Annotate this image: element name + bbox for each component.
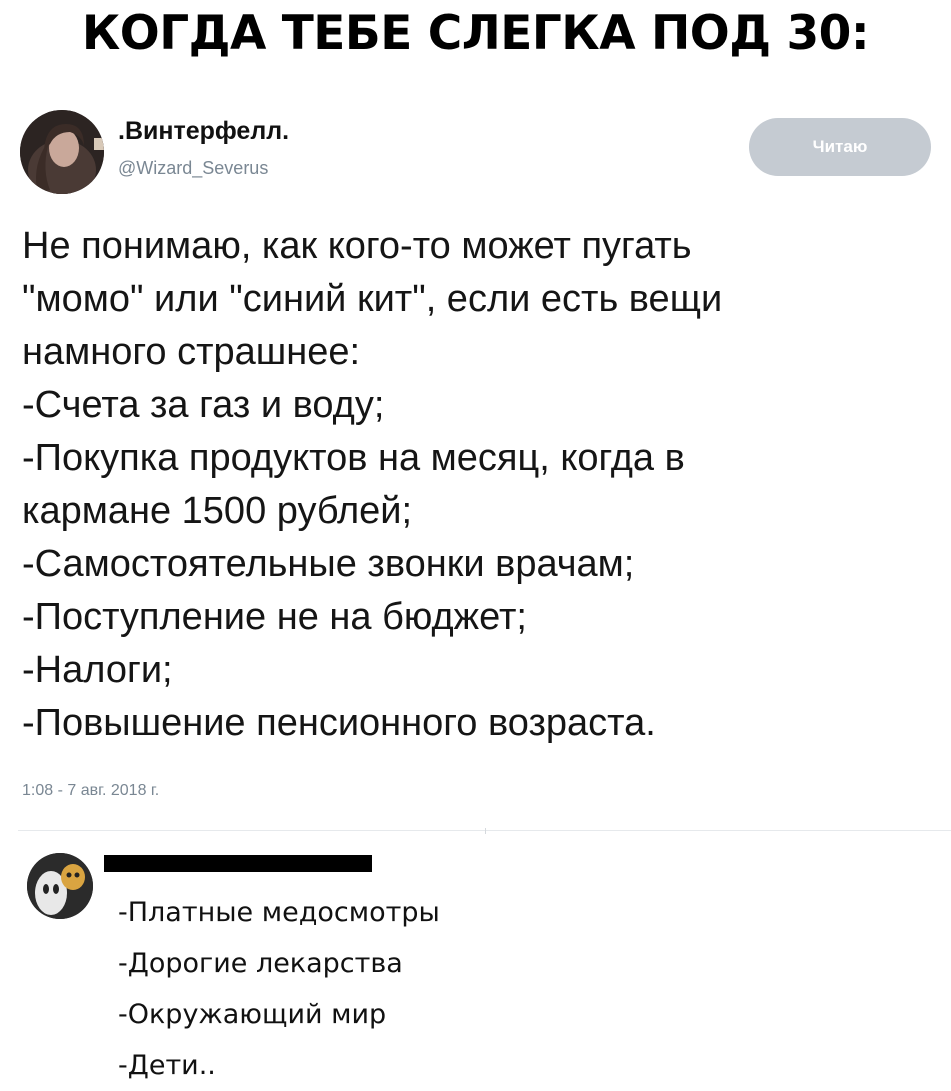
author-handle[interactable]: @Wizard_Severus [118,158,268,179]
comment-line: -Окружающий мир [118,999,387,1030]
comment-line: -Дорогие лекарства [118,948,403,979]
tweet-line: -Покупка продуктов на месяц, когда в [22,437,685,479]
tweet-timestamp[interactable]: 1:08 - 7 авг. 2018 г. [22,782,159,800]
comment-line: -Платные медосмотры [118,897,440,928]
tweet-text: Не понимаю, как кого-то может пугать "мо… [22,220,942,750]
author-avatar-image [20,110,104,194]
comment-line: -Дети.. [118,1050,216,1081]
tweet-line: -Самостоятельные звонки врачам; [22,543,635,585]
author-avatar[interactable] [20,110,104,194]
tweet-line: -Повышение пенсионного возраста. [22,702,656,744]
tweet-line: -Поступление не на бюджет; [22,596,527,638]
tweet-line: Не понимаю, как кого-то может пугать [22,225,692,267]
redacted-commenter-name [104,855,372,872]
divider-tick [485,828,486,834]
tweet-line: "момо" или "синий кит", если есть вещи [22,278,723,320]
author-name[interactable]: .Винтерфелл. [118,117,289,146]
tweet-line: -Налоги; [22,649,173,691]
tweet-line: намного страшнее: [22,331,361,373]
follow-button[interactable]: Читаю [749,118,931,176]
tweet-line: -Счета за газ и воду; [22,384,385,426]
comment-text: -Платные медосмотры -Дорогие лекарства -… [118,887,440,1091]
meme-title: КОГДА ТЕБЕ СЛЕГКА ПОД 30: [81,6,870,61]
commenter-avatar-image [27,853,93,919]
tweet-line: кармане 1500 рублей; [22,490,413,532]
commenter-avatar[interactable] [27,853,93,919]
